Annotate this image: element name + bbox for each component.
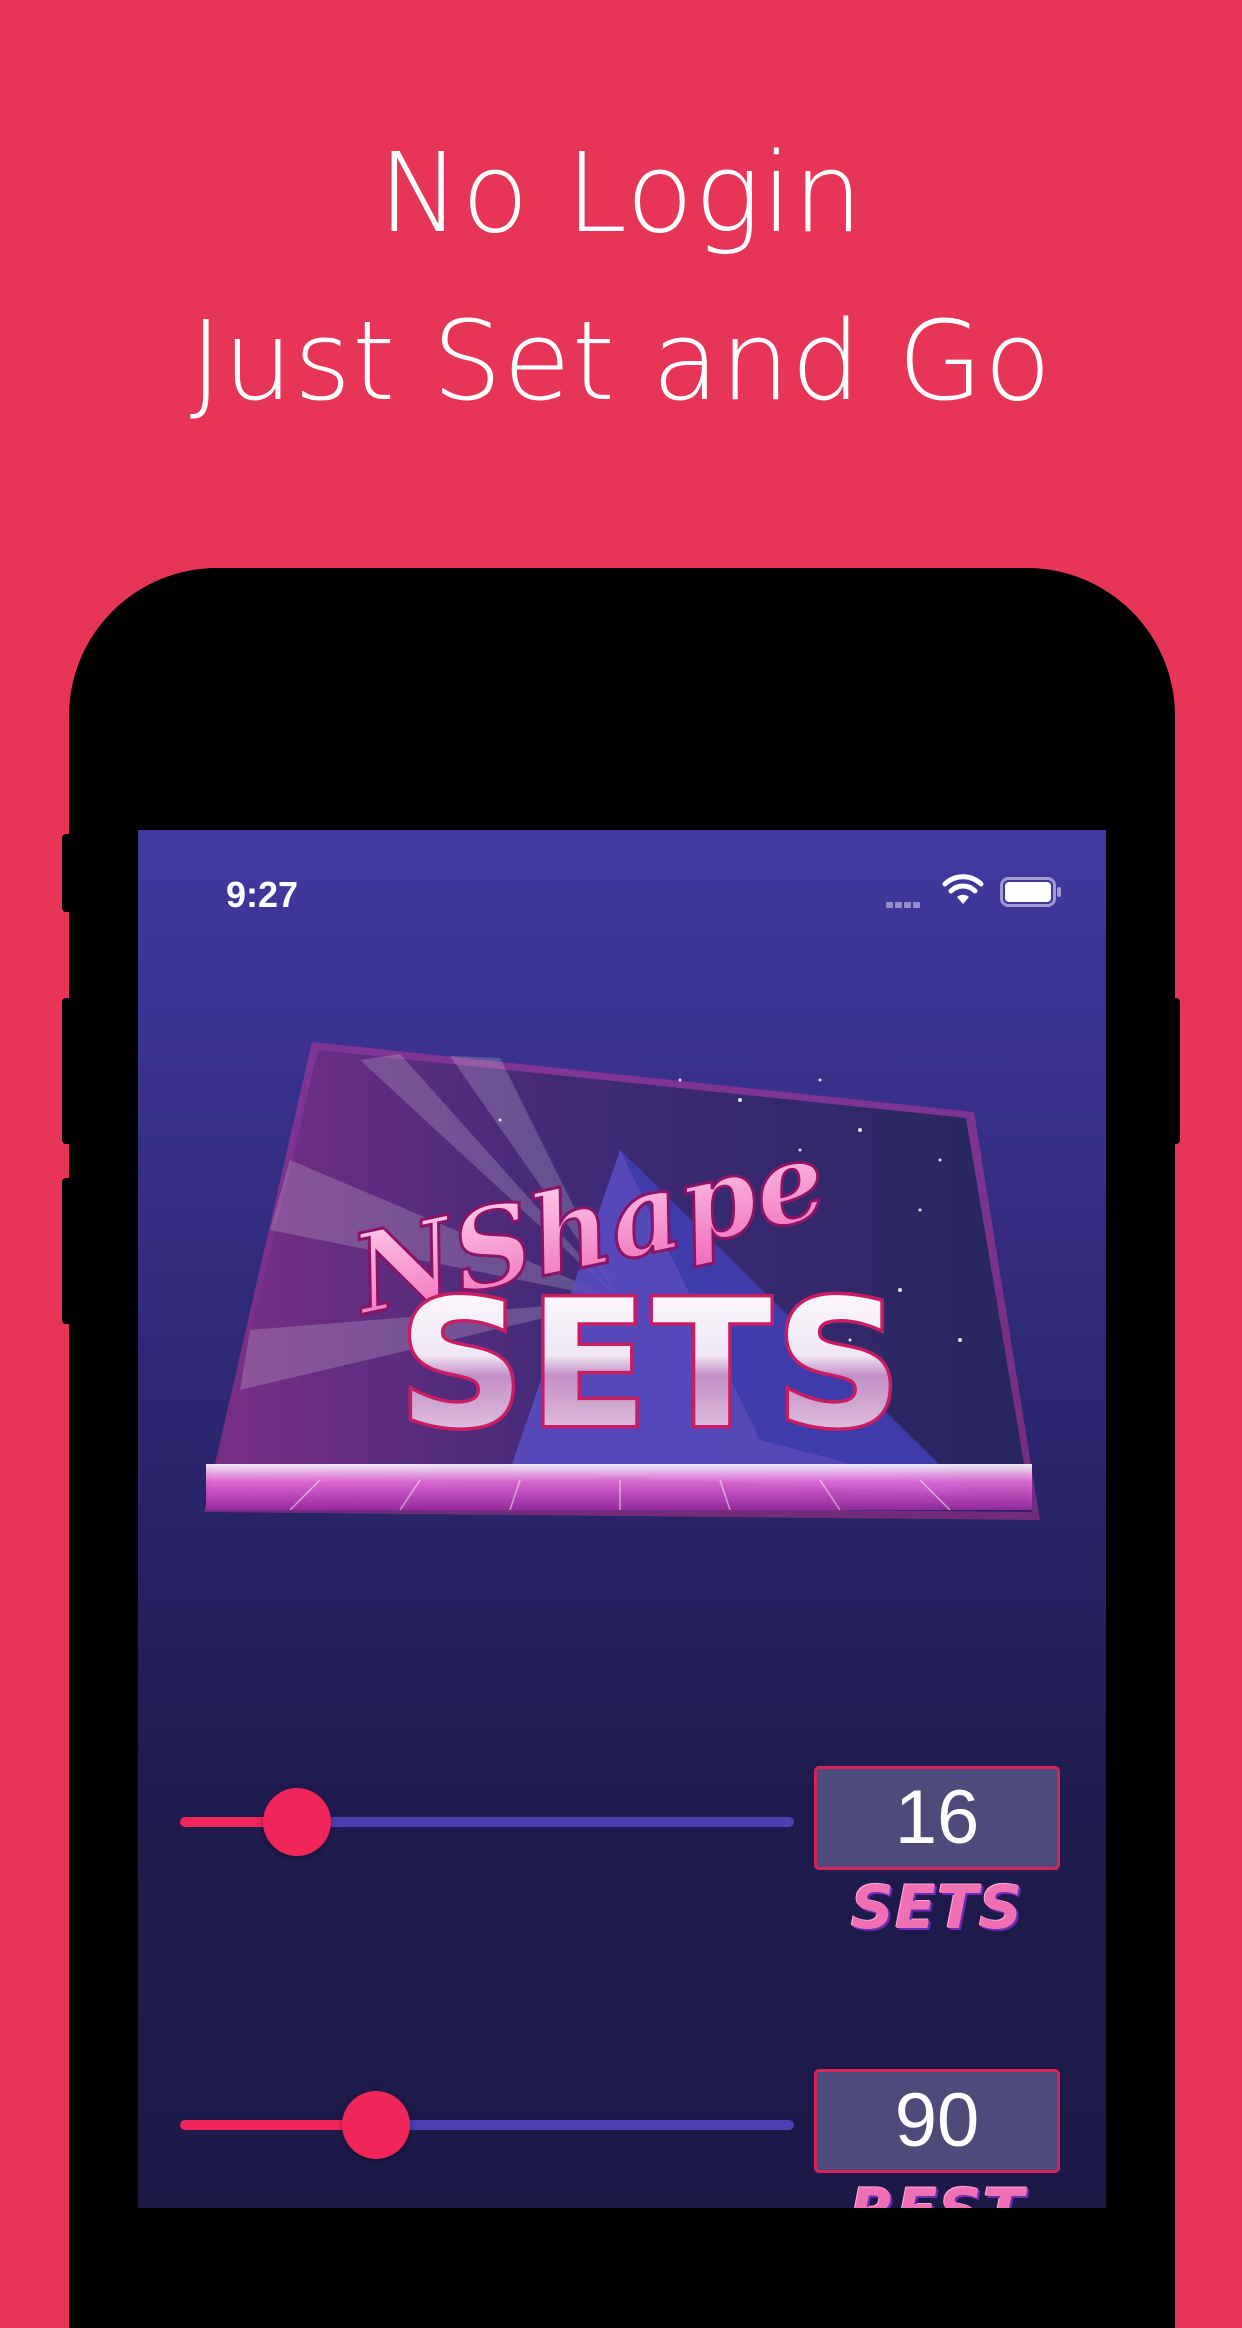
- volume-up-button: [62, 998, 74, 1144]
- power-button: [1168, 998, 1180, 1144]
- rest-slider-track[interactable]: [180, 2091, 794, 2159]
- app-screen: 9:27 NShape SETS 16 SETS 90: [138, 830, 1106, 2208]
- battery-icon: [1000, 877, 1061, 907]
- sets-slider-track[interactable]: [180, 1788, 794, 1856]
- rest-control: 90 REST: [180, 2065, 1064, 2208]
- status-time: 9:27: [226, 874, 299, 915]
- sets-slider-thumb[interactable]: [262, 1788, 331, 1856]
- logo-title-text: SETS: [399, 1264, 906, 1467]
- sets-value-box[interactable]: 16: [814, 1766, 1060, 1870]
- rest-caption: REST: [814, 2181, 1060, 2208]
- nshape-sets-logo: NShape SETS: [204, 1042, 1040, 1520]
- sets-control: 16 SETS: [180, 1762, 1064, 1938]
- wifi-icon: [942, 874, 984, 904]
- rest-value-box[interactable]: 90: [814, 2069, 1060, 2173]
- headline-line-1: No Login: [378, 129, 864, 257]
- headline-line-2: Just Set and Go: [189, 297, 1053, 425]
- sets-caption: SETS: [850, 1873, 1024, 1943]
- mute-switch: [62, 834, 74, 912]
- rest-slider-thumb[interactable]: [342, 2091, 411, 2159]
- volume-down-button: [62, 1178, 74, 1324]
- cellular-signal-icon: [886, 895, 922, 913]
